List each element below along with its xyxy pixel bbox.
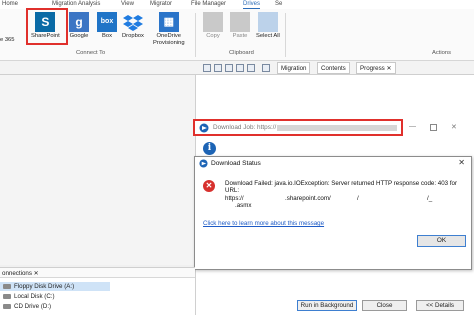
drive-icon — [3, 304, 11, 309]
maximize-button[interactable] — [430, 124, 437, 131]
connections-panel-header: onnections ✕ — [0, 267, 195, 278]
tab-view[interactable]: View — [121, 0, 134, 9]
app-logo-icon — [199, 159, 208, 168]
panel-toolbar: Migration Contents Progress ✕ — [0, 61, 474, 75]
toolbar-icon[interactable] — [247, 64, 255, 72]
drive-floppy[interactable]: Floppy Disk Drive (A:) — [0, 282, 110, 291]
ribbon-tab-bar: Home Migration Analysis View Migrator Fi… — [0, 0, 474, 9]
download-job-title: Download Job: https:// — [213, 124, 277, 131]
toolbar-icon[interactable] — [225, 64, 233, 72]
tab-migration[interactable]: Migration — [277, 62, 311, 74]
copy-icon — [203, 12, 223, 32]
error-url-tail: /_ — [427, 195, 433, 202]
error-message-line1: Download Failed: java.io.IOException: Se… — [225, 180, 458, 187]
google-button[interactable]: g Google — [69, 12, 89, 40]
error-url-asmx: .asmx — [235, 202, 252, 209]
error-url-domain: .sharepoint.com/ — [285, 195, 331, 202]
toolbar-icon[interactable] — [262, 64, 270, 72]
onedrive-provisioning-button[interactable]: ▦ OneDrive Provisioning — [153, 12, 185, 47]
paste-button[interactable]: Paste — [230, 12, 250, 40]
download-job-window: Download Job: https:// — [193, 119, 403, 136]
toolbar-icon[interactable] — [214, 64, 222, 72]
onedrive-icon: ▦ — [158, 12, 179, 32]
drive-icon — [3, 284, 11, 289]
error-message-line2: URL: — [225, 187, 240, 194]
ribbon-separator — [195, 13, 196, 57]
tab-home[interactable]: Home — [2, 0, 18, 9]
dropbox-icon — [122, 12, 143, 32]
close-window-button[interactable]: ✕ — [451, 123, 457, 131]
error-url-prefix: https:// — [225, 195, 244, 202]
tab-migrator[interactable]: Migrator — [150, 0, 172, 9]
group-clipboard: Clipboard — [229, 50, 254, 56]
error-url-sep: / — [357, 195, 359, 202]
paste-icon — [230, 12, 250, 32]
group-actions: Actions — [432, 50, 452, 56]
dialog-close-icon[interactable]: ✕ — [458, 158, 465, 167]
error-icon: ✕ — [203, 180, 215, 192]
box-button[interactable]: box Box — [97, 12, 117, 40]
ribbon-separator — [285, 13, 286, 57]
details-button[interactable]: << Details — [416, 300, 464, 311]
app-logo-icon — [199, 123, 209, 133]
tab-se[interactable]: Se — [275, 0, 282, 9]
left-pane — [0, 75, 195, 265]
tab-file-manager[interactable]: File Manager — [191, 0, 226, 9]
learn-more-link[interactable]: Click here to learn more about this mess… — [203, 220, 324, 227]
ribbon: e 365 S SharePoint g Google box Box Drop… — [0, 9, 474, 61]
redacted-url — [277, 125, 397, 131]
minimize-button[interactable]: — — [409, 123, 416, 130]
select-all-button[interactable]: Select All — [256, 12, 280, 40]
close-panel-icon[interactable]: ✕ — [34, 270, 39, 277]
ok-button[interactable]: OK — [417, 235, 466, 247]
sharepoint-highlight-box — [26, 8, 68, 45]
copy-button[interactable]: Copy — [203, 12, 223, 40]
connections-title: onnections — [2, 270, 32, 277]
tab-progress[interactable]: Progress ✕ — [356, 62, 396, 74]
group-connect-to: Connect To — [76, 50, 106, 56]
drive-cd-d[interactable]: CD Drive (D:) — [0, 302, 51, 311]
download-status-dialog: Download Status ✕ ✕ Download Failed: jav… — [194, 156, 472, 270]
tab-contents[interactable]: Contents — [317, 62, 350, 74]
select-all-icon — [257, 12, 278, 32]
drive-local-c[interactable]: Local Disk (C:) — [0, 292, 55, 301]
connections-list: Floppy Disk Drive (A:) Local Disk (C:) C… — [0, 278, 195, 315]
office365-label-partial: e 365 — [0, 37, 15, 43]
dropbox-button[interactable]: Dropbox — [122, 12, 144, 40]
run-in-background-button[interactable]: Run in Background — [297, 300, 357, 311]
toolbar-icon[interactable] — [236, 64, 244, 72]
dialog-title: Download Status — [211, 160, 261, 167]
info-icon: i — [203, 142, 216, 155]
toolbar-icon[interactable] — [203, 64, 211, 72]
drive-icon — [3, 294, 11, 299]
google-icon: g — [69, 12, 89, 32]
box-icon: box — [97, 12, 117, 32]
tab-drives[interactable]: Drives — [243, 0, 261, 9]
close-button[interactable]: Close — [362, 300, 407, 311]
